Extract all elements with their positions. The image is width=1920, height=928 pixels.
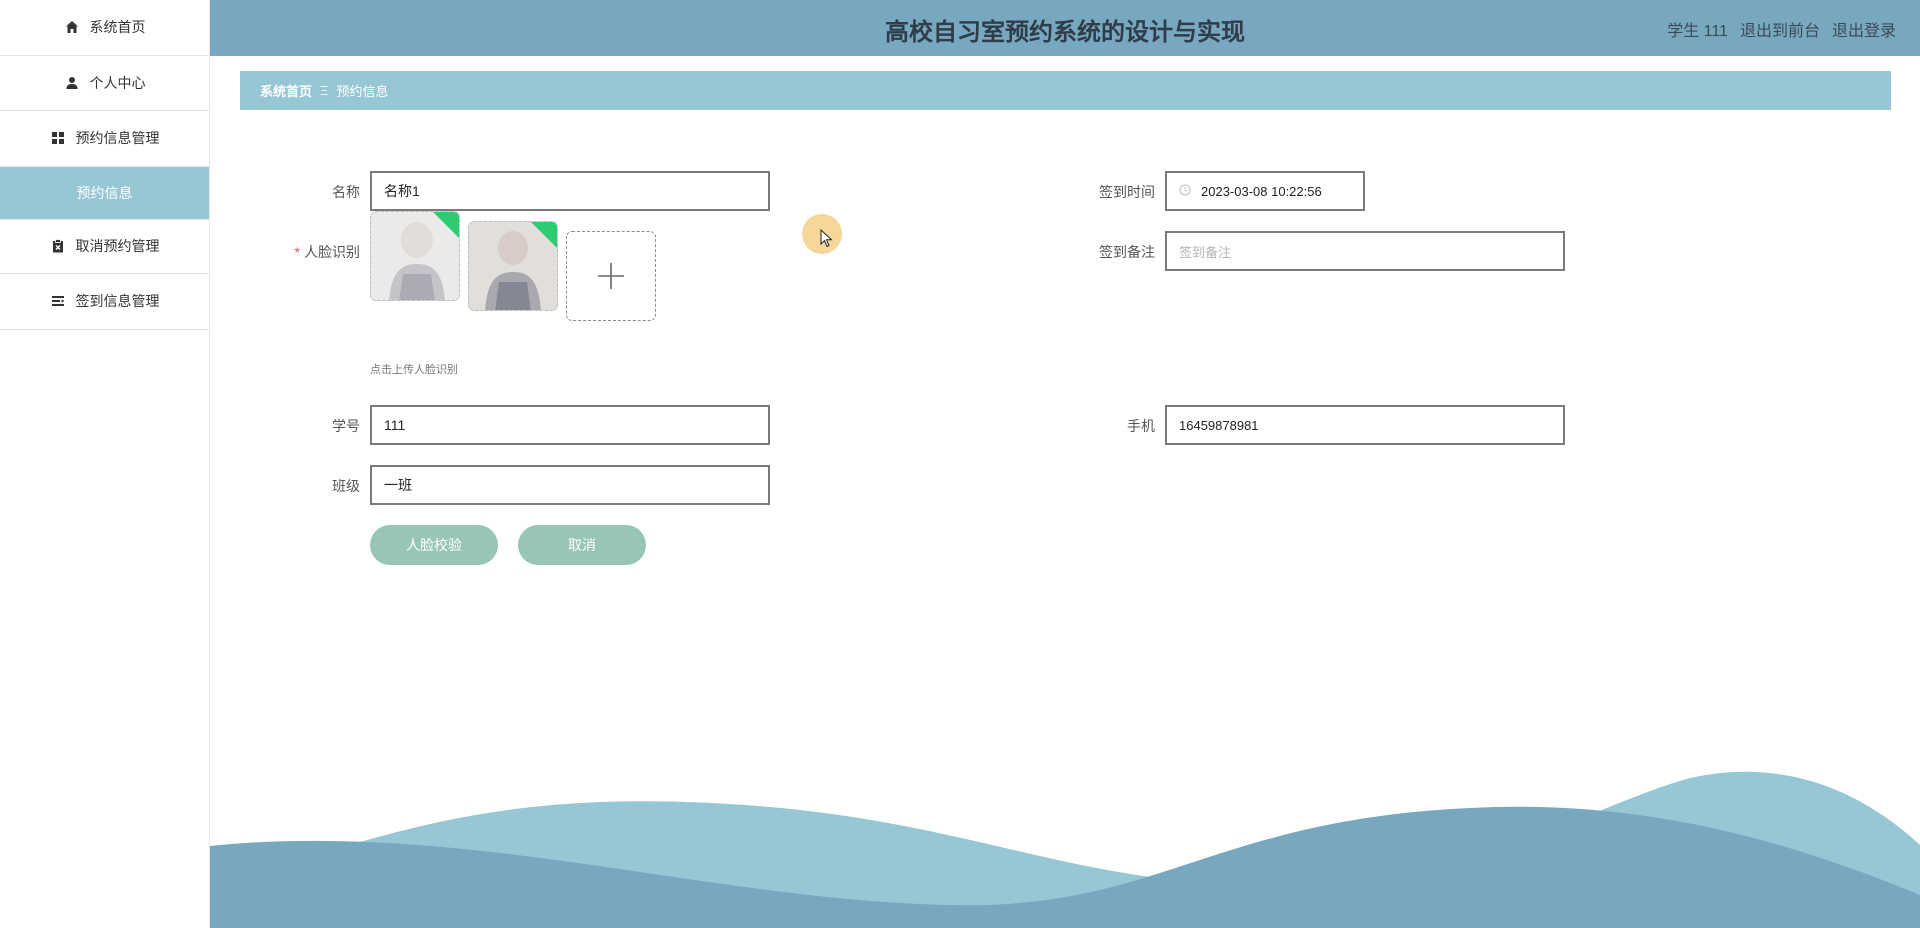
clipboard-x-icon — [50, 238, 66, 254]
student-no-input[interactable]: 111 — [370, 405, 770, 445]
checkin-note-placeholder: 签到备注 — [1179, 244, 1232, 260]
upload-hint: 点击上传人脸识别 — [370, 364, 458, 376]
checkin-time-label-text: 签到时间 — [1099, 184, 1155, 200]
sidebar-item-label: 个人中心 — [89, 74, 146, 91]
class-value: 一班 — [384, 477, 412, 493]
sidebar-item-home[interactable]: 系统首页 — [0, 0, 209, 56]
breadcrumb-current: 预约信息 — [336, 84, 389, 99]
sidebar-item-cancel-mgmt[interactable]: 取消预约管理 — [0, 218, 209, 274]
required-mark: * — [294, 244, 300, 260]
name-input[interactable]: 名称1 — [370, 171, 770, 211]
sidebar-item-reservation-info[interactable]: 预约信息 — [0, 166, 209, 219]
back-to-front-link[interactable]: 退出到前台 — [1740, 17, 1820, 41]
sidebar-item-checkin-mgmt[interactable]: 签到信息管理 — [0, 274, 209, 330]
student-no-value: 111 — [384, 417, 406, 433]
class-label: 班级 — [260, 476, 360, 496]
name-label-text: 名称 — [332, 184, 360, 200]
user-icon — [64, 75, 80, 91]
class-input[interactable]: 一班 — [370, 465, 770, 505]
name-label: 名称 — [260, 182, 360, 202]
name-value: 名称1 — [384, 183, 420, 199]
top-header: 高校自习室预约系统的设计与实现 学生 111 退出到前台 退出登录 — [210, 0, 1920, 56]
mouse-pointer-icon — [820, 229, 833, 248]
phone-input[interactable]: 16459878981 — [1165, 405, 1565, 445]
face-photo-1[interactable] — [370, 211, 460, 301]
breadcrumb-home[interactable]: 系统首页 — [260, 81, 312, 100]
sidebar-item-label: 签到信息管理 — [75, 293, 160, 310]
face-photo-2[interactable] — [468, 221, 558, 311]
sidebar: 系统首页 个人中心 预约信息管理 预约信息 取消预约管理 签到信息管理 — [0, 0, 210, 928]
student-no-label-text: 学号 — [332, 418, 360, 434]
checkin-time-input[interactable]: 2023-03-08 10:22:56 — [1165, 171, 1365, 211]
class-label-text: 班级 — [332, 478, 360, 494]
sidebar-item-label: 预约信息 — [76, 184, 133, 201]
upload-add-button[interactable] — [566, 231, 656, 321]
checkin-note-label: 签到备注 — [1055, 242, 1155, 262]
checkin-time-label: 签到时间 — [1055, 182, 1155, 202]
cancel-button[interactable]: 取消 — [518, 525, 646, 565]
sidebar-item-label: 预约信息管理 — [75, 130, 160, 147]
current-user: 学生 111 — [1667, 23, 1728, 40]
face-label: * 人脸识别 — [260, 242, 360, 262]
face-verify-button[interactable]: 人脸校验 — [370, 525, 498, 565]
list-icon — [50, 293, 66, 309]
breadcrumb: 系统首页 Ξ 预约信息 — [240, 71, 1891, 110]
phone-label-text: 手机 — [1127, 418, 1155, 434]
student-no-label: 学号 — [260, 416, 360, 436]
grid-icon — [50, 130, 66, 146]
checkin-note-input[interactable]: 签到备注 — [1165, 231, 1565, 271]
face-label-text: 人脸识别 — [304, 244, 360, 260]
plus-icon — [598, 263, 624, 289]
sidebar-item-label: 系统首页 — [89, 19, 146, 36]
phone-label: 手机 — [1055, 416, 1155, 436]
checkin-time-value: 2023-03-08 10:22:56 — [1201, 183, 1322, 199]
checkin-note-label-text: 签到备注 — [1099, 244, 1155, 260]
header-user-links: 学生 111 退出到前台 退出登录 — [1667, 17, 1896, 41]
sidebar-item-reservation-mgmt[interactable]: 预约信息管理 — [0, 111, 209, 167]
sidebar-item-label: 取消预约管理 — [75, 238, 160, 255]
sidebar-item-profile[interactable]: 个人中心 — [0, 56, 209, 111]
phone-value: 16459878981 — [1179, 417, 1259, 433]
home-icon — [64, 19, 80, 35]
logout-link[interactable]: 退出登录 — [1832, 17, 1896, 41]
breadcrumb-separator: Ξ — [320, 83, 329, 98]
clock-icon — [1179, 184, 1193, 198]
app-title: 高校自习室预约系统的设计与实现 — [885, 19, 1245, 46]
decorative-waves — [210, 771, 1920, 928]
